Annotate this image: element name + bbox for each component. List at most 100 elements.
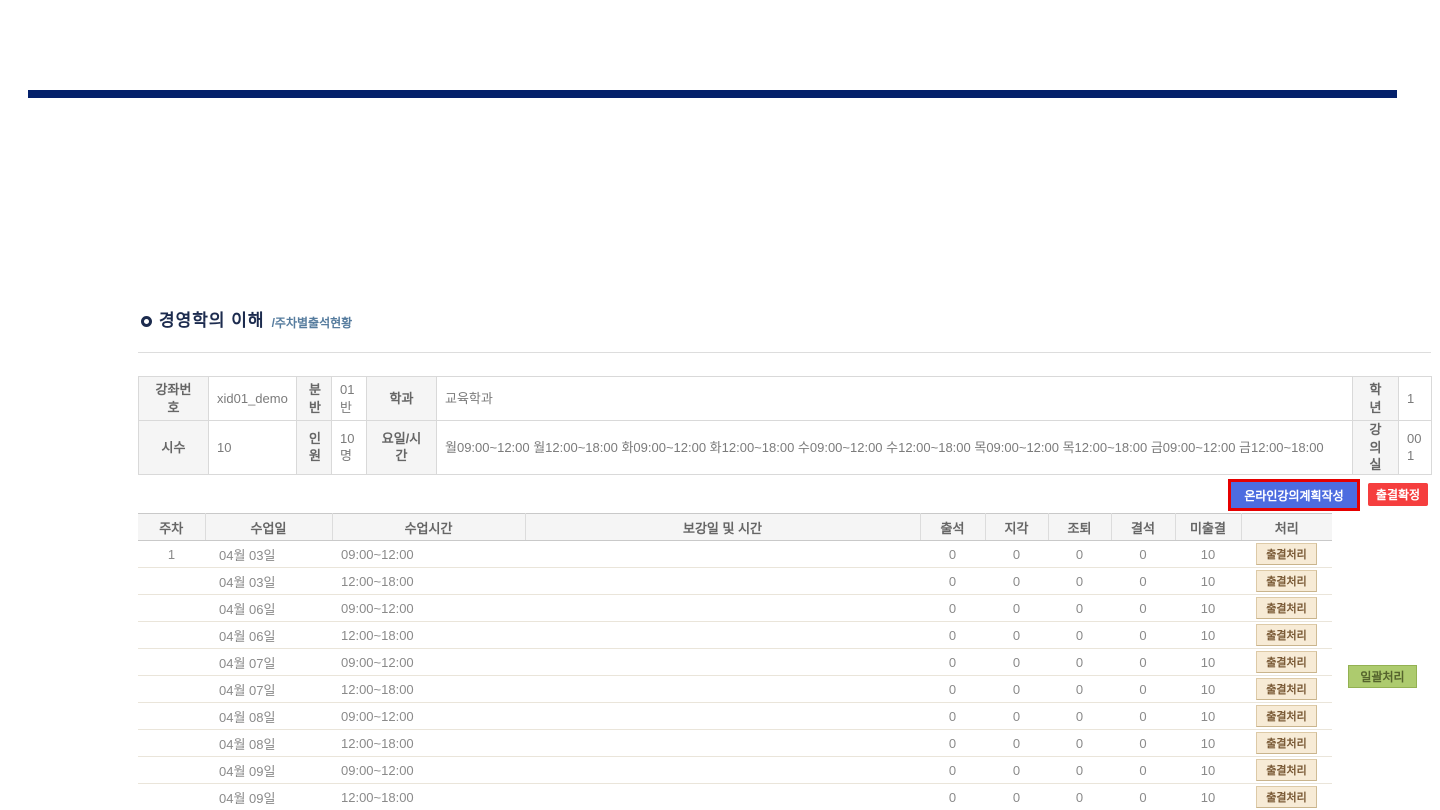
cell-process: 출결처리 [1241,622,1332,649]
cell-time: 12:00~18:00 [332,784,525,810]
cell-date: 04월 03일 [205,541,332,568]
header-present: 출석 [920,514,985,541]
attendance-process-button[interactable]: 출결처리 [1256,597,1317,619]
cell-early_leave: 0 [1048,649,1111,676]
cell-makeup [525,622,920,649]
cell-attend: 0 [920,595,985,622]
attendance-process-button[interactable]: 출결처리 [1256,678,1317,700]
cell-attend: 0 [920,622,985,649]
cell-date: 04월 07일 [205,676,332,703]
cell-date: 04월 09일 [205,784,332,810]
course-number-label: 강좌번호 [139,377,209,421]
attendance-row: 04월 06일12:00~18:00000010출결처리 [138,622,1332,649]
weekly-attendance-table: 주차 수업일 수업시간 보강일 및 시간 출석 지각 조퇴 결석 미출결 처리 … [138,513,1332,810]
cell-late: 0 [985,730,1048,757]
hours-value: 10 [209,421,297,475]
cell-time: 09:00~12:00 [332,649,525,676]
cell-unmarked: 10 [1175,595,1241,622]
cell-unmarked: 10 [1175,703,1241,730]
cell-late: 0 [985,649,1048,676]
attendance-process-button[interactable]: 출결처리 [1256,570,1317,592]
attendance-process-button[interactable]: 출결처리 [1256,759,1317,781]
cell-attend: 0 [920,730,985,757]
attendance-process-button[interactable]: 출결처리 [1256,732,1317,754]
schedule-value: 월09:00~12:00 월12:00~18:00 화09:00~12:00 화… [437,421,1353,475]
top-navy-bar [28,90,1397,98]
attendance-process-button[interactable]: 출결처리 [1256,786,1317,808]
cell-attend: 0 [920,784,985,810]
cell-absent: 0 [1111,541,1175,568]
cell-week [138,622,205,649]
cell-week [138,784,205,810]
cell-late: 0 [985,595,1048,622]
attendance-body: 104월 03일09:00~12:00000010출결처리04월 03일12:0… [138,541,1332,810]
cell-absent: 0 [1111,784,1175,810]
attendance-row: 04월 03일12:00~18:00000010출결처리 [138,568,1332,595]
page-subtitle: /주차별출석현황 [272,315,353,331]
cell-process: 출결처리 [1241,703,1332,730]
cell-unmarked: 10 [1175,649,1241,676]
cell-early_leave: 0 [1048,568,1111,595]
attendance-row: 04월 07일12:00~18:00000010출결처리 [138,676,1332,703]
cell-absent: 0 [1111,757,1175,784]
cell-unmarked: 10 [1175,730,1241,757]
cell-week [138,568,205,595]
header-absent: 결석 [1111,514,1175,541]
attendance-process-button[interactable]: 출결처리 [1256,651,1317,673]
cell-time: 12:00~18:00 [332,622,525,649]
cell-makeup [525,703,920,730]
cell-makeup [525,541,920,568]
cell-process: 출결처리 [1241,649,1332,676]
cell-process: 출결처리 [1241,541,1332,568]
attendance-row: 04월 08일09:00~12:00000010출결처리 [138,703,1332,730]
cell-makeup [525,784,920,810]
cell-early_leave: 0 [1048,595,1111,622]
online-lecture-plan-button[interactable]: 온라인강의계획작성 [1231,482,1357,508]
page-title-block: 경영학의 이해 /주차별출석현황 [141,311,352,331]
enrollment-value: 10명 [332,421,367,475]
header-early-leave: 조퇴 [1048,514,1111,541]
cell-unmarked: 10 [1175,757,1241,784]
cell-unmarked: 10 [1175,541,1241,568]
section-value: 01반 [332,377,367,421]
attendance-row: 04월 08일12:00~18:00000010출결처리 [138,730,1332,757]
enrollment-label: 인원 [297,421,332,475]
cell-time: 09:00~12:00 [332,541,525,568]
course-info-table: 강좌번호 xid01_demo 분반 01반 학과 교육학과 학년 1 시수 1… [138,376,1432,475]
cell-date: 04월 06일 [205,622,332,649]
cell-makeup [525,649,920,676]
attendance-process-button[interactable]: 출결처리 [1256,543,1317,565]
course-number-value: xid01_demo [209,377,297,421]
cell-absent: 0 [1111,703,1175,730]
cell-date: 04월 03일 [205,568,332,595]
attendance-row: 04월 07일09:00~12:00000010출결처리 [138,649,1332,676]
attendance-row: 04월 09일12:00~18:00000010출결처리 [138,784,1332,810]
cell-makeup [525,757,920,784]
cell-date: 04월 08일 [205,703,332,730]
cell-process: 출결처리 [1241,676,1332,703]
attendance-confirm-button[interactable]: 출결확정 [1368,483,1428,506]
cell-process: 출결처리 [1241,730,1332,757]
section-label: 분반 [297,377,332,421]
cell-process: 출결처리 [1241,757,1332,784]
cell-attend: 0 [920,757,985,784]
cell-attend: 0 [920,703,985,730]
cell-attend: 0 [920,568,985,595]
cell-absent: 0 [1111,595,1175,622]
hours-label: 시수 [139,421,209,475]
attendance-process-button[interactable]: 출결처리 [1256,705,1317,727]
cell-late: 0 [985,568,1048,595]
batch-process-button[interactable]: 일괄처리 [1348,665,1417,688]
cell-week [138,595,205,622]
course-info-row: 시수 10 인원 10명 요일/시간 월09:00~12:00 월12:00~1… [139,421,1432,475]
cell-process: 출결처리 [1241,784,1332,810]
header-class-date: 수업일 [205,514,332,541]
attendance-process-button[interactable]: 출결처리 [1256,624,1317,646]
cell-absent: 0 [1111,649,1175,676]
cell-date: 04월 08일 [205,730,332,757]
cell-time: 09:00~12:00 [332,595,525,622]
attendance-status-page: 경영학의 이해 /주차별출석현황 강좌번호 xid01_demo 분반 01반 … [0,0,1440,810]
cell-early_leave: 0 [1048,703,1111,730]
cell-early_leave: 0 [1048,622,1111,649]
cell-makeup [525,730,920,757]
